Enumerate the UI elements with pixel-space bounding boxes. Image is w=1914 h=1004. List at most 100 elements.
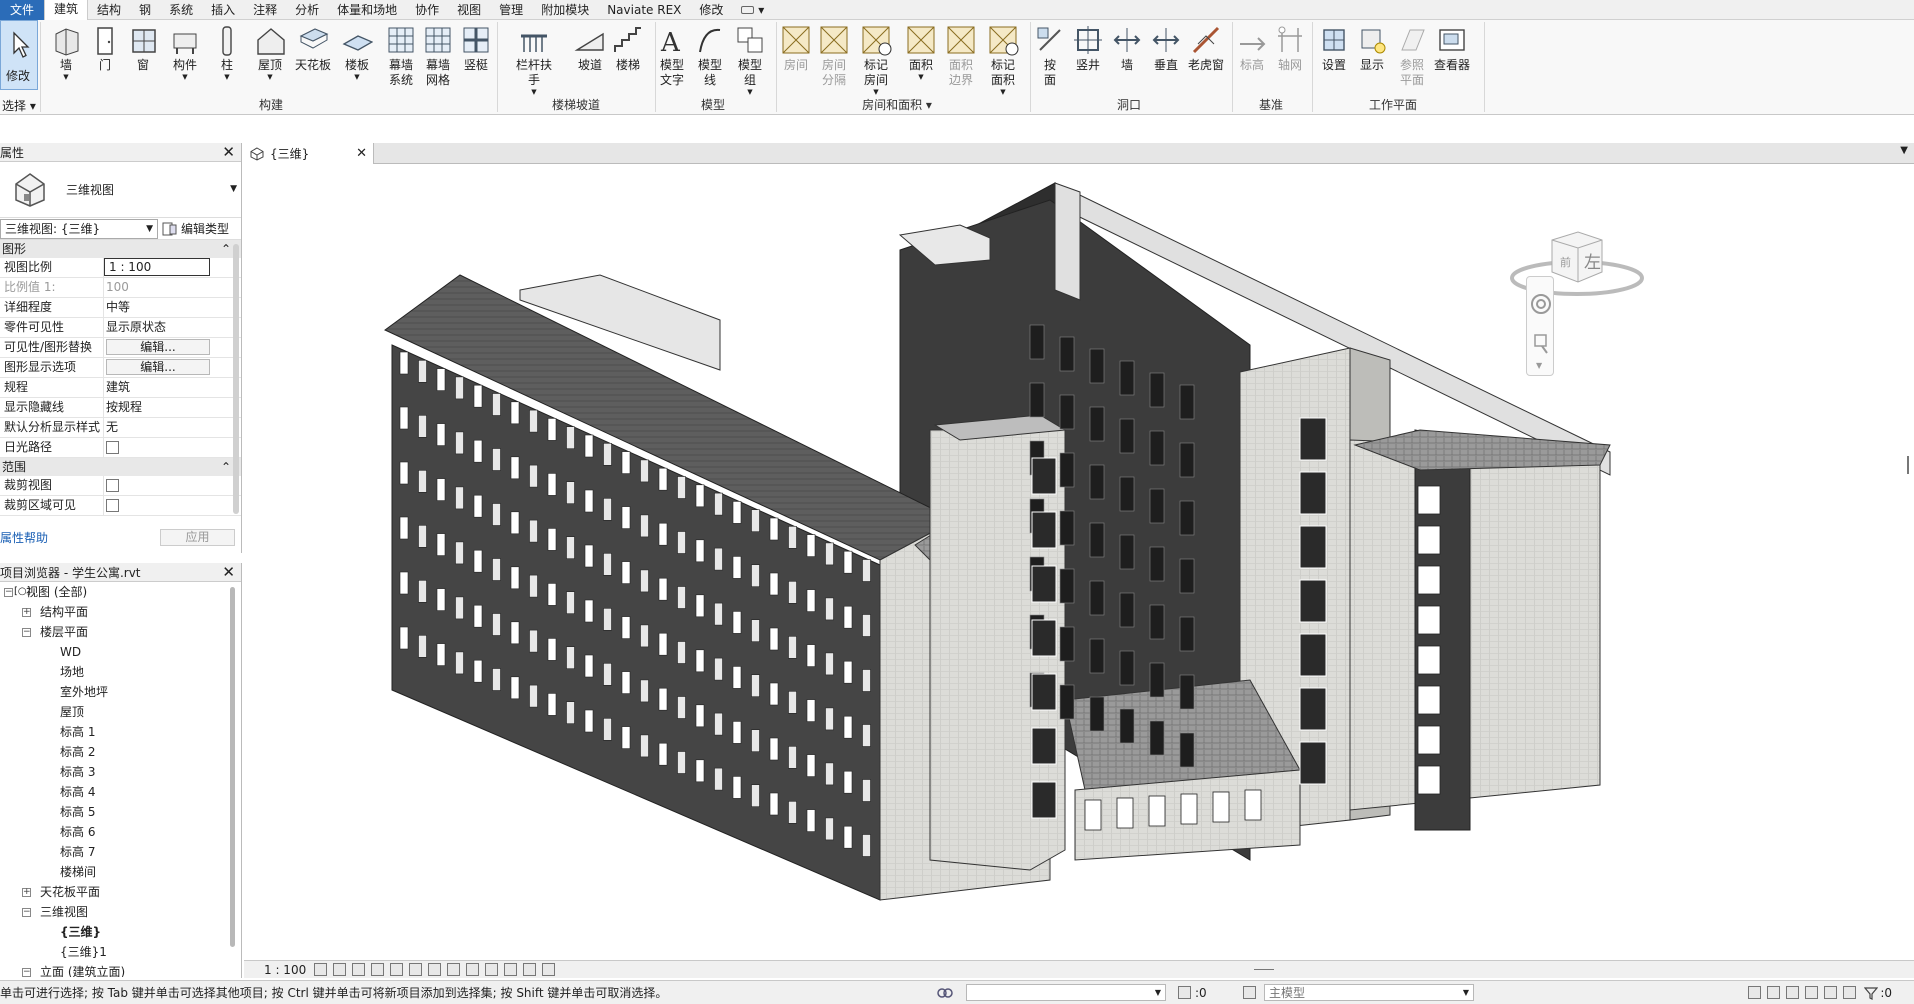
area-boundary-button[interactable]: 面积 边界	[939, 24, 983, 88]
menu-item-12[interactable]: 附加模块	[532, 0, 598, 20]
edit-button[interactable]: 编辑...	[106, 359, 210, 375]
roof-button[interactable]: 屋顶 ▼	[248, 24, 292, 81]
filter-icon[interactable]	[1864, 986, 1879, 1000]
design-options-icon[interactable]	[1243, 986, 1256, 999]
panel-label-opening[interactable]: 洞口	[1117, 96, 1141, 113]
tree-item[interactable]: 标高 6	[60, 824, 95, 840]
shadows-icon[interactable]	[371, 963, 384, 976]
tree-item[interactable]: 标高 2	[60, 744, 95, 760]
tree-item[interactable]: 屋顶	[60, 704, 84, 720]
worksets-icon[interactable]	[936, 985, 954, 1001]
drag-elements-icon[interactable]	[1824, 986, 1838, 999]
3d-viewport[interactable]: 前 左 ▼	[244, 164, 1914, 960]
mullion-button[interactable]: 竖梃	[454, 24, 498, 73]
tree-item[interactable]: 视图 (全部)	[26, 584, 87, 600]
property-row[interactable]: 比例值 1: 100	[0, 278, 241, 298]
panel-label-datum[interactable]: 基准	[1259, 96, 1283, 113]
checkbox[interactable]	[106, 441, 119, 454]
ceiling-button[interactable]: 天花板	[291, 24, 335, 73]
panel-label-room-area[interactable]: 房间和面积 ▾	[862, 96, 932, 113]
view-scale[interactable]: 1 : 100	[264, 963, 308, 977]
visual-style-icon[interactable]	[333, 963, 346, 976]
menu-item-9[interactable]: 协作	[406, 0, 448, 20]
render-icon[interactable]	[390, 963, 403, 976]
tree-item[interactable]: {三维}1	[60, 944, 107, 960]
property-row[interactable]: 规程 建筑	[0, 378, 241, 398]
highlight-displacement-icon[interactable]	[542, 963, 555, 976]
ref-plane-button[interactable]: 参照 平面	[1390, 24, 1434, 88]
property-row[interactable]: 详细程度 中等	[0, 298, 241, 318]
tree-toggle-icon[interactable]: +	[22, 608, 31, 617]
tree-item[interactable]: 天花板平面	[40, 884, 100, 900]
menu-item-2[interactable]: 结构	[88, 0, 130, 20]
section-graphics[interactable]: 图形 ⌃	[0, 240, 241, 258]
menu-item-13[interactable]: Naviate REX	[598, 0, 690, 20]
panel-label-work-plane[interactable]: 工作平面	[1369, 96, 1417, 113]
tree-item[interactable]: 结构平面	[40, 604, 88, 620]
grid-button[interactable]: 轴网	[1268, 24, 1312, 73]
model-group-button[interactable]: 模型组 ▼	[728, 24, 772, 96]
shaft-button[interactable]: 竖井	[1066, 24, 1110, 73]
design-option-dropdown[interactable]: 主模型 ▼	[1264, 984, 1474, 1001]
tree-item[interactable]: 标高 5	[60, 804, 95, 820]
tree-toggle-icon[interactable]: −	[22, 628, 31, 637]
tag-room-button[interactable]: 标记 房间 ▼	[854, 24, 898, 96]
show-crop-icon[interactable]	[428, 963, 441, 976]
room-separator-button[interactable]: 房间 分隔	[812, 24, 856, 88]
section-extents[interactable]: 范围 ⌃	[0, 458, 241, 476]
tree-toggle-icon[interactable]: −	[4, 588, 13, 597]
tree-toggle-icon[interactable]: +	[22, 888, 31, 897]
wall-opening-button[interactable]: 墙	[1105, 24, 1149, 73]
tree-item[interactable]: 场地	[60, 664, 84, 680]
close-icon[interactable]: ✕	[222, 564, 235, 580]
qat-dropdown-icon[interactable]: ▾	[732, 0, 773, 20]
model-line-button[interactable]: 模型线	[688, 24, 732, 88]
close-icon[interactable]: ✕	[356, 146, 367, 161]
panel-label-model[interactable]: 模型	[701, 96, 725, 113]
tree-item[interactable]: 三维视图	[40, 904, 88, 920]
building-model[interactable]	[244, 164, 1914, 960]
menu-item-1[interactable]: 建筑	[44, 0, 89, 20]
select-dropdown[interactable]: 选择 ▾	[2, 97, 36, 114]
property-row[interactable]: 显示隐藏线 按规程	[0, 398, 241, 418]
select-by-face-icon[interactable]	[1805, 986, 1819, 999]
background-process-icon[interactable]	[1843, 986, 1857, 999]
tree-item[interactable]: 立面 (建筑立面)	[40, 964, 125, 977]
stair-button[interactable]: 楼梯	[606, 24, 650, 73]
show-work-plane-button[interactable]: 显示	[1350, 24, 1394, 73]
tag-area-button[interactable]: 标记 面积 ▼	[981, 24, 1025, 96]
tree-item[interactable]: 室外地坪	[60, 684, 108, 700]
editable-only-icon[interactable]	[1178, 986, 1191, 999]
tab-3d-view[interactable]: {三维} ✕	[244, 143, 374, 164]
window-button[interactable]: 窗	[121, 24, 165, 73]
view-scale-input[interactable]: 1 : 100	[104, 258, 210, 276]
area-button[interactable]: 面积 ▼	[899, 24, 943, 81]
browser-scrollbar[interactable]	[230, 587, 235, 947]
checkbox[interactable]	[106, 499, 119, 512]
property-row[interactable]: 视图比例 1 : 100	[0, 258, 241, 278]
tree-toggle-icon[interactable]: −	[22, 968, 31, 977]
type-selector[interactable]: 三维视图 ▼	[0, 162, 241, 218]
navigation-bar[interactable]: ▼	[1526, 276, 1554, 376]
tree-item[interactable]: 楼层平面	[40, 624, 88, 640]
menu-item-7[interactable]: 分析	[286, 0, 328, 20]
menu-item-6[interactable]: 注释	[244, 0, 286, 20]
apply-button[interactable]: 应用	[160, 528, 235, 546]
menu-item-3[interactable]: 钢	[130, 0, 160, 20]
column-button[interactable]: 柱 ▼	[205, 24, 249, 81]
menu-item-5[interactable]: 插入	[202, 0, 244, 20]
viewer-button[interactable]: 查看器	[1430, 24, 1474, 73]
edit-type-button[interactable]: 编辑类型	[162, 220, 229, 237]
tab-menu-icon[interactable]: ▼	[1900, 145, 1908, 156]
railing-button[interactable]: 栏杆扶手 ▼	[512, 24, 556, 96]
reveal-hidden-icon[interactable]	[485, 963, 498, 976]
property-row[interactable]: 裁剪区域可见	[0, 496, 241, 516]
tree-item[interactable]: WD	[60, 644, 81, 660]
menu-item-10[interactable]: 视图	[448, 0, 490, 20]
property-row[interactable]: 日光路径	[0, 438, 241, 458]
component-button[interactable]: 构件 ▼	[163, 24, 207, 81]
floor-button[interactable]: 楼板 ▼	[335, 24, 379, 81]
tree-toggle-icon[interactable]: −	[22, 908, 31, 917]
menu-item-14[interactable]: 修改	[690, 0, 732, 20]
panel-label-build[interactable]: 构建	[259, 96, 283, 113]
